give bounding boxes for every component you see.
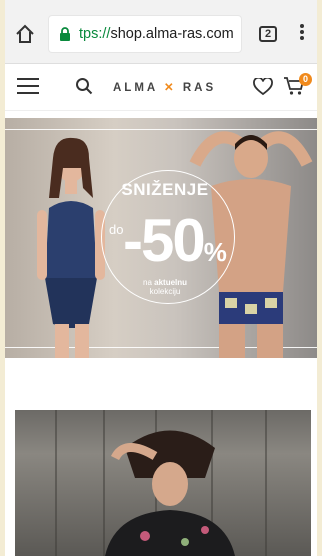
sale-discount: -50%: [123, 207, 227, 274]
tabs-icon[interactable]: 2: [259, 26, 277, 42]
sale-prefix: do: [109, 222, 124, 237]
heart-icon[interactable]: [253, 78, 273, 96]
deck-plank: [265, 410, 267, 556]
site-header: ALMA ✕ RAS 0: [5, 64, 317, 111]
browser-toolbar: tps://shop.alma-ras.com 2: [5, 0, 317, 64]
deck-plank: [55, 410, 57, 556]
lock-icon: [60, 27, 70, 41]
address-bar[interactable]: tps://shop.alma-ras.com: [49, 16, 241, 52]
site-logo[interactable]: ALMA ✕ RAS: [113, 80, 216, 94]
model-lying-image: [105, 430, 235, 556]
hamburger-icon[interactable]: [17, 78, 39, 94]
sale-banner[interactable]: SNIŽENJE do -50% na aktuelnu kolekciju: [5, 118, 317, 358]
sale-title: SNIŽENJE: [121, 180, 209, 199]
phone-screen: tps://shop.alma-ras.com 2 ALMA ✕ RAS 0 S…: [5, 0, 317, 556]
cart-count-badge: 0: [299, 73, 312, 86]
promo-image[interactable]: [15, 410, 311, 556]
url-text: tps://shop.alma-ras.com: [79, 26, 234, 42]
home-icon[interactable]: [15, 24, 35, 44]
search-icon[interactable]: [75, 77, 93, 95]
overflow-menu-icon[interactable]: [299, 22, 305, 44]
sale-subtitle: na aktuelnu kolekciju: [143, 278, 188, 296]
